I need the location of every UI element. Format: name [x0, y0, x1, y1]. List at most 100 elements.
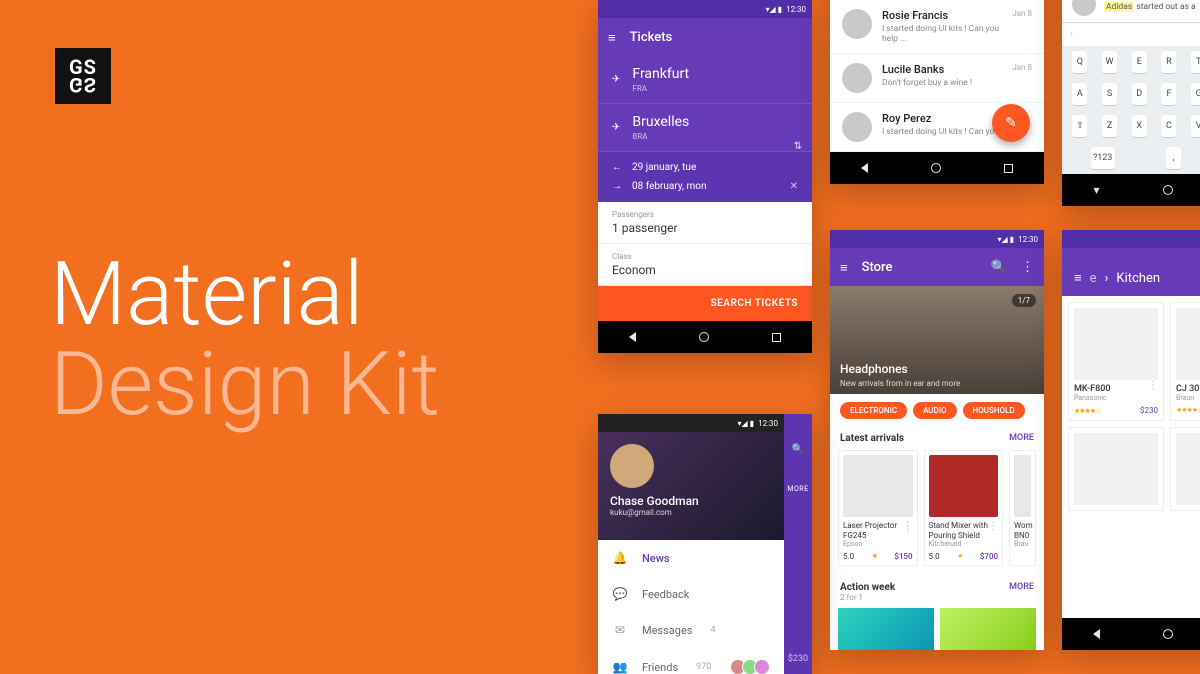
key-f[interactable]: F — [1161, 83, 1176, 105]
price-badge: $230 — [788, 654, 808, 664]
search-icon[interactable]: 🔍 — [792, 444, 804, 455]
product-image — [1074, 308, 1158, 380]
phone-store: ▾◢ ▮12:30 ≡ Store 🔍 ⋮ 1/7 Headphones New… — [830, 230, 1044, 650]
star-icon: ★★★★☆ — [1176, 406, 1200, 414]
avatar — [842, 63, 872, 93]
drawer-item-friends[interactable]: 👥Friends970 — [598, 648, 784, 674]
status-bar: ▾◢ ▮12:30 — [598, 0, 812, 18]
key-,[interactable]: , — [1166, 147, 1181, 169]
hamburger-icon[interactable]: ≡ — [608, 30, 616, 45]
chevron-right-icon: › — [1062, 23, 1200, 46]
back-icon[interactable]: ▾ — [1093, 183, 1099, 197]
to-city-row[interactable]: ✈ BruxellesBRA — [598, 104, 812, 152]
product-card[interactable] — [1170, 427, 1200, 511]
key-e[interactable]: E — [1132, 51, 1147, 73]
key-t[interactable]: T — [1191, 51, 1200, 73]
chat-message: Olivia HeldensAdidas started out as a — [1062, 0, 1200, 22]
page-counter: 1/7 — [1012, 294, 1036, 307]
appbar: ≡ Store 🔍 ⋮ — [830, 248, 1044, 286]
home-icon[interactable] — [699, 332, 709, 342]
key-r[interactable]: R — [1161, 51, 1176, 73]
android-navbar — [1062, 618, 1200, 650]
drawer-item-messages[interactable]: ✉Messages4 — [598, 612, 784, 648]
phone-chat: ...was the second Add Olivia HeldensAdid… — [1062, 0, 1200, 206]
key-v[interactable]: V — [1191, 115, 1200, 137]
drawer-header: Chase Goodman kuku@gmail.com — [598, 432, 784, 540]
class-field[interactable]: ClassEconom — [598, 244, 812, 286]
product-card[interactable]: MK-F800⋮ Panasonic ★★★★☆$230 — [1068, 302, 1164, 421]
product-card[interactable]: Wom BN0 Brau — [1009, 450, 1036, 566]
product-image — [1176, 308, 1200, 380]
product-card[interactable] — [1068, 427, 1164, 511]
promo-tile[interactable] — [838, 608, 934, 650]
product-image — [1176, 433, 1200, 505]
product-card[interactable]: Laser Projector FG245⋮ Epson 5.0★$150 — [838, 450, 918, 566]
message-item[interactable]: Rosie FrancisI started doing UI kits ! C… — [830, 0, 1044, 54]
phone-messages: …I started doing UI kits ! Can you help … — [830, 0, 1044, 184]
android-navbar: ▾ — [1062, 174, 1200, 206]
key-?123[interactable]: ?123 — [1091, 147, 1115, 169]
more-button[interactable]: MORE — [1009, 582, 1034, 602]
search-tickets-button[interactable]: SEARCH TICKETS — [598, 286, 812, 321]
keyboard[interactable]: QWERTYU ASDFGHJ ⇧ZXCVBN ?123,☺ — [1062, 46, 1200, 174]
key-x[interactable]: X — [1132, 115, 1147, 137]
back-icon[interactable] — [861, 163, 868, 173]
key-g[interactable]: G — [1191, 83, 1200, 105]
chip[interactable]: AUDIO — [913, 402, 956, 419]
star-icon: ★ — [872, 552, 877, 561]
product-image — [1014, 455, 1031, 517]
key-w[interactable]: W — [1102, 51, 1117, 73]
status-bar: ▾◢ ▮12:30 — [598, 414, 784, 432]
swap-icon[interactable]: ⇅ — [794, 141, 802, 152]
breadcrumb[interactable]: ≡ e › Kitchen — [1062, 260, 1200, 296]
status-bar: ▾◢ ▮12:30 — [830, 230, 1044, 248]
passengers-field[interactable]: Passengers1 passenger — [598, 202, 812, 244]
more-icon[interactable]: ⋮ — [1148, 380, 1158, 394]
more-button[interactable]: MORE — [1009, 433, 1034, 444]
arrow-right-icon: → — [612, 181, 622, 192]
hamburger-icon[interactable]: ≡ — [1074, 270, 1082, 286]
promo-tile[interactable] — [940, 608, 1036, 650]
key-d[interactable]: D — [1132, 83, 1147, 105]
recents-icon[interactable] — [1004, 164, 1013, 173]
key-s[interactable]: S — [1102, 83, 1117, 105]
more-icon[interactable]: ⋮ — [988, 521, 998, 540]
product-card[interactable]: CJ 3050 Braun ★★★★☆ — [1170, 302, 1200, 421]
product-image — [843, 455, 913, 517]
depart-date[interactable]: ←29 january, tue — [612, 158, 798, 177]
home-icon[interactable] — [1163, 629, 1173, 639]
drawer-item-feedback[interactable]: 💬Feedback — [598, 576, 784, 612]
home-icon[interactable] — [1163, 185, 1173, 195]
chip[interactable]: HOUSHOLD — [963, 402, 1025, 419]
product-card[interactable]: Stand Mixer with Pouring Shield⋮ Kitchen… — [924, 450, 1004, 566]
return-date[interactable]: →08 february, mon✕ — [612, 177, 798, 196]
menu-icon: 🔔 — [612, 551, 628, 565]
brand-logo: GSGS — [55, 48, 111, 104]
key-c[interactable]: C — [1161, 115, 1176, 137]
star-icon: ★★★★☆ — [1074, 407, 1100, 415]
star-icon: ★ — [957, 552, 962, 561]
home-icon[interactable] — [931, 163, 941, 173]
avatar — [610, 444, 654, 488]
drawer-item-news[interactable]: 🔔News — [598, 540, 784, 576]
compose-fab[interactable]: ✎ — [992, 104, 1030, 142]
chip[interactable]: ELECTRONIC — [840, 402, 907, 419]
key-q[interactable]: Q — [1072, 51, 1087, 73]
android-navbar — [598, 321, 812, 353]
from-city-row[interactable]: ✈ FrankfurtFRA — [598, 56, 812, 104]
section-title: Action week — [840, 582, 895, 593]
key-a[interactable]: A — [1072, 83, 1087, 105]
close-icon[interactable]: ✕ — [790, 181, 798, 192]
back-icon[interactable] — [629, 332, 636, 342]
store-hero[interactable]: 1/7 Headphones New arrivals from in ear … — [830, 286, 1044, 394]
back-icon[interactable] — [1093, 629, 1100, 639]
hamburger-icon[interactable]: ≡ — [840, 260, 848, 275]
more-icon[interactable]: ⋮ — [903, 521, 913, 540]
phone-drawer: 🔍 MORE $230 ▾◢ ▮12:30 Chase Goodman kuku… — [598, 414, 812, 674]
search-icon[interactable]: 🔍 — [991, 260, 1007, 275]
key-z[interactable]: Z — [1102, 115, 1117, 137]
recents-icon[interactable] — [772, 333, 781, 342]
key-⇧[interactable]: ⇧ — [1072, 115, 1087, 137]
message-item[interactable]: Lucile BanksDon't forget buy a wine ! Ja… — [830, 54, 1044, 103]
more-icon[interactable]: ⋮ — [1021, 260, 1034, 275]
